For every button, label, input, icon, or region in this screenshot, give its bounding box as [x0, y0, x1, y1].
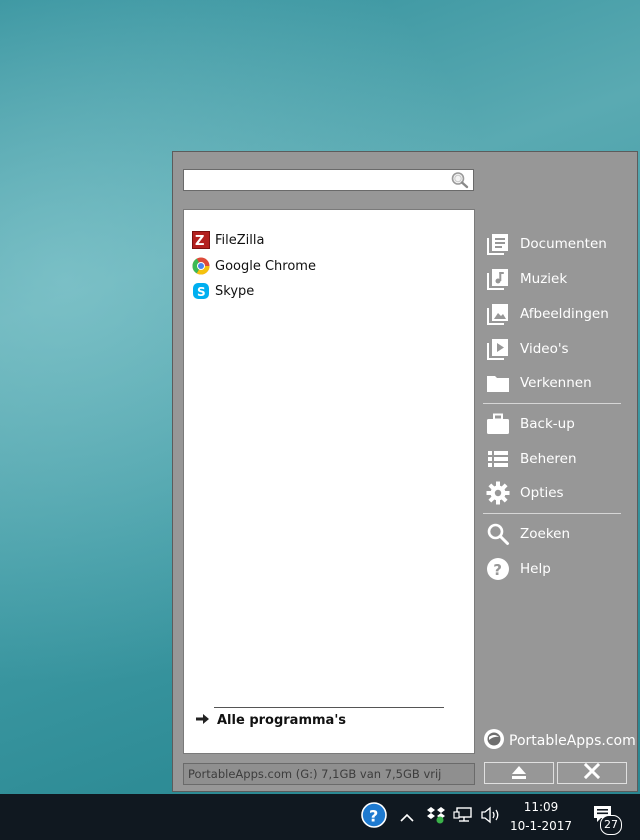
tray-volume[interactable] — [479, 794, 503, 840]
app-label: Google Chrome — [215, 258, 316, 274]
portableapps-brand: PortableApps.com — [509, 733, 636, 749]
drive-status: PortableApps.com (G:) 7,1GB van 7,5GB vr… — [183, 763, 475, 785]
videos-icon — [486, 337, 510, 361]
app-item-chrome[interactable]: Google Chrome — [192, 255, 316, 277]
portableapps-logo-icon — [483, 728, 505, 754]
divider — [214, 707, 444, 708]
side-item-label: Zoeken — [520, 526, 571, 542]
taskbar: ? 11:09 10-1-2017 27 — [0, 794, 640, 840]
list-icon — [486, 447, 510, 471]
chevron-up-icon — [400, 808, 414, 827]
tray-help[interactable]: ? — [359, 794, 389, 840]
side-item-label: Verkennen — [520, 375, 592, 391]
help-icon: ? — [486, 557, 510, 581]
menu-divider — [483, 513, 621, 514]
search-box[interactable] — [183, 169, 474, 191]
side-item-label: Beheren — [520, 451, 577, 467]
drive-status-text: PortableApps.com (G:) 7,1GB van 7,5GB vr… — [188, 767, 442, 781]
svg-text:Z: Z — [195, 234, 204, 249]
clock-time: 11:09 — [523, 800, 559, 814]
side-item-label: Back-up — [520, 416, 575, 432]
action-center-button[interactable]: 27 — [588, 794, 624, 840]
pictures-icon — [486, 302, 510, 326]
search-input[interactable] — [186, 171, 452, 191]
side-item-beheren[interactable]: Beheren — [486, 444, 577, 474]
side-item-label: Afbeeldingen — [520, 306, 609, 322]
side-item-label: Opties — [520, 485, 564, 501]
eject-icon — [511, 764, 527, 783]
network-icon — [453, 806, 473, 828]
side-item-verkennen[interactable]: Verkennen — [486, 368, 592, 398]
clock-date: 10-1-2017 — [509, 819, 573, 833]
eject-button[interactable] — [484, 762, 554, 784]
side-item-opties[interactable]: Opties — [486, 478, 564, 508]
skype-icon: S — [192, 282, 210, 300]
close-icon — [583, 762, 601, 783]
briefcase-icon — [486, 412, 510, 436]
all-programs-label: Alle programma's — [217, 713, 347, 728]
search-icon[interactable] — [450, 171, 470, 189]
tray-network[interactable] — [452, 794, 474, 840]
notification-count-badge: 27 — [600, 815, 622, 835]
portableapps-menu: Z FileZilla Google Chrome S Skype Alle p… — [172, 151, 638, 792]
portableapps-logo[interactable]: PortableApps.com — [483, 728, 636, 754]
side-item-backup[interactable]: Back-up — [486, 409, 575, 439]
search-icon — [486, 522, 510, 546]
app-item-skype[interactable]: S Skype — [192, 280, 254, 302]
show-hidden-icons-button[interactable] — [398, 794, 416, 840]
folder-icon — [486, 371, 510, 395]
filezilla-icon: Z — [192, 231, 210, 249]
app-label: Skype — [215, 283, 255, 299]
gear-icon — [486, 481, 510, 505]
side-item-label: Help — [520, 561, 551, 577]
app-label: FileZilla — [215, 232, 265, 248]
svg-text:S: S — [197, 285, 206, 299]
side-item-afbeeldingen[interactable]: Afbeeldingen — [486, 299, 609, 329]
side-item-zoeken[interactable]: Zoeken — [486, 519, 570, 549]
side-item-label: Video's — [520, 341, 569, 357]
side-item-help[interactable]: ? Help — [486, 554, 551, 584]
dropbox-icon — [426, 806, 446, 828]
clock[interactable]: 11:09 10-1-2017 — [506, 798, 576, 836]
side-item-muziek[interactable]: Muziek — [486, 264, 567, 294]
app-item-filezilla[interactable]: Z FileZilla — [192, 229, 264, 251]
menu-divider — [483, 403, 621, 404]
help-tray-icon: ? — [361, 802, 387, 832]
side-item-videos[interactable]: Video's — [486, 334, 569, 364]
notification-icon: 27 — [591, 802, 622, 835]
music-icon — [486, 267, 510, 291]
documents-icon — [486, 232, 510, 256]
svg-text:?: ? — [369, 807, 378, 826]
side-item-label: Documenten — [520, 236, 607, 252]
close-button[interactable] — [557, 762, 627, 784]
svg-text:?: ? — [493, 561, 502, 579]
arrow-right-icon — [196, 713, 210, 728]
speaker-icon — [480, 806, 502, 828]
app-list: Z FileZilla Google Chrome S Skype Alle p… — [183, 209, 475, 754]
all-programs-button[interactable]: Alle programma's — [196, 713, 346, 728]
chrome-icon — [192, 257, 210, 275]
side-item-documenten[interactable]: Documenten — [486, 229, 607, 259]
tray-dropbox[interactable] — [425, 794, 447, 840]
side-item-label: Muziek — [520, 271, 568, 287]
